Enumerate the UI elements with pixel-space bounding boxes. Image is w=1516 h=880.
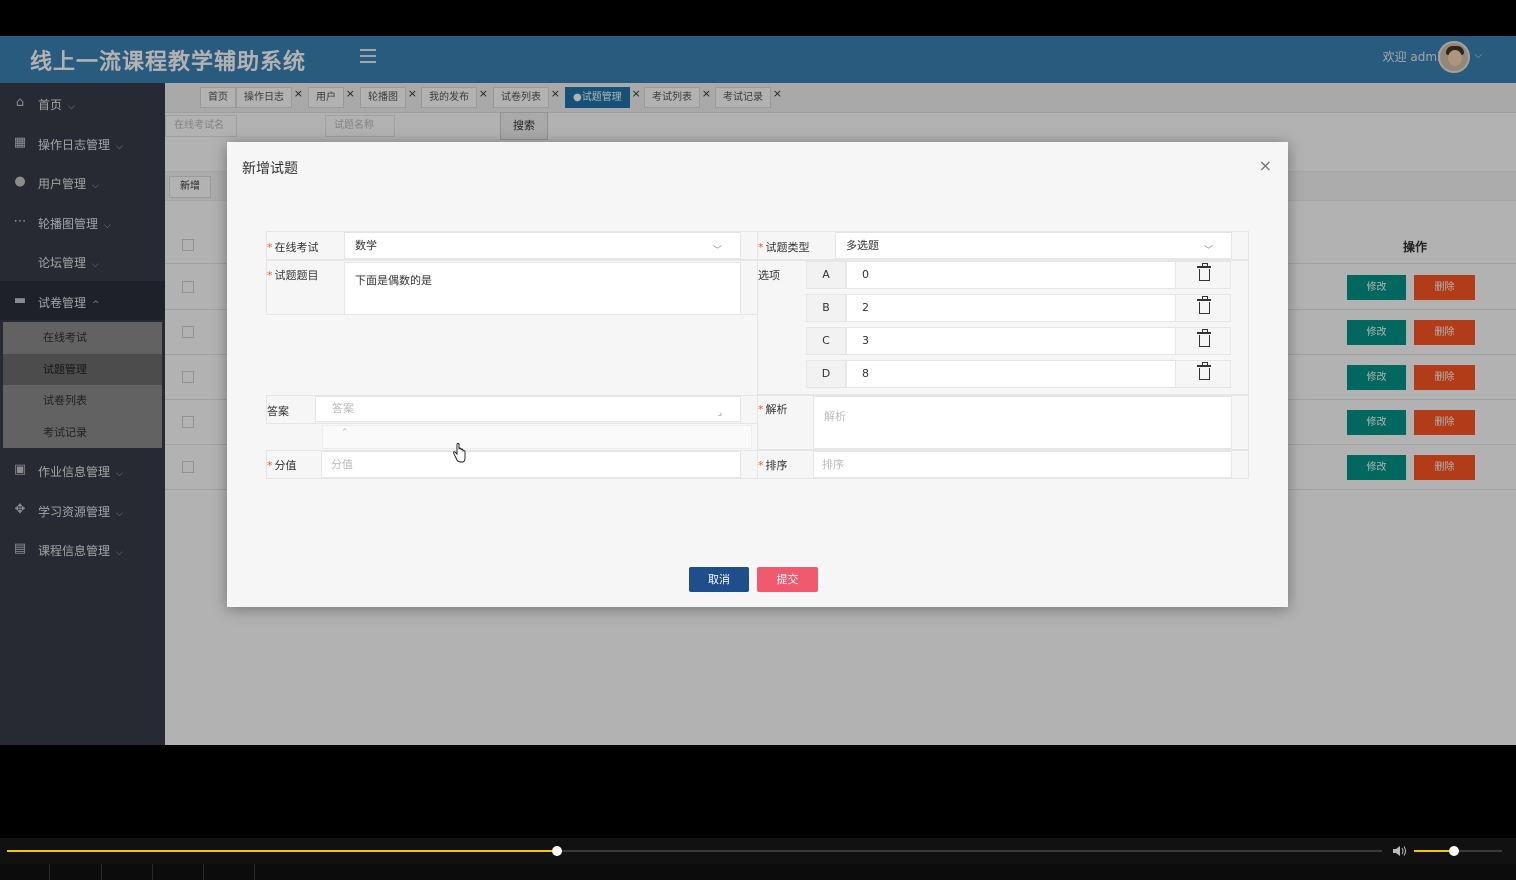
option-input[interactable]: 0	[846, 261, 1176, 289]
delete-option-button[interactable]	[1175, 360, 1231, 388]
analysis-label: * 解析	[758, 403, 788, 416]
trash-icon	[1197, 296, 1211, 314]
close-icon[interactable]: ×	[1259, 156, 1272, 175]
option-input[interactable]: 8	[846, 360, 1176, 388]
exam-select[interactable]: 数学 ﹀	[344, 232, 741, 259]
admin-app: 线上一流课程教学辅助系统 欢迎 admin ⌵ ⌂ 首页 ⌵ ▦ 操作日志管理 ⌵ …	[0, 36, 1516, 745]
cancel-button[interactable]: 取消	[689, 567, 749, 592]
type-label: * 试题类型	[758, 241, 810, 254]
sort-input[interactable]: 排序	[813, 451, 1232, 478]
dialog-title: 新增试题	[242, 161, 298, 177]
type-select[interactable]: 多选题 ﹀	[835, 232, 1232, 259]
answer-placeholder: 答案	[332, 402, 354, 415]
volume-slider[interactable]	[1414, 846, 1502, 856]
seek-bar[interactable]	[7, 846, 1382, 856]
add-question-dialog: 新增试题 × * 在线考试 数学 ﹀ * 试题类型 多选题 ﹀ * 试题题目 下面是偶…	[227, 142, 1288, 607]
score-input[interactable]: 分值	[321, 451, 741, 478]
video-player-bar	[0, 838, 1516, 880]
exam-label: * 在线考试	[267, 241, 319, 254]
seek-handle[interactable]	[552, 846, 562, 856]
trash-icon	[1197, 329, 1211, 347]
submit-button[interactable]: 提交	[757, 567, 818, 592]
player-controls-strip	[0, 864, 1516, 880]
type-select-value: 多选题	[846, 239, 879, 252]
seek-progress	[7, 850, 557, 852]
answer-dropdown[interactable]: ⌃	[322, 425, 752, 449]
hand-cursor-icon	[453, 443, 466, 463]
answer-label: 答案	[267, 405, 289, 418]
sort-label: * 排序	[758, 459, 788, 472]
delete-option-button[interactable]	[1175, 294, 1231, 322]
volume-icon[interactable]	[1392, 845, 1408, 857]
delete-option-button[interactable]	[1175, 261, 1231, 289]
trash-icon	[1197, 263, 1211, 281]
option-key: B	[806, 294, 846, 322]
question-label: * 试题题目	[267, 269, 319, 282]
option-key: C	[806, 327, 846, 355]
delete-option-button[interactable]	[1175, 327, 1231, 355]
trash-icon	[1197, 362, 1211, 380]
option-input[interactable]: 3	[846, 327, 1176, 355]
option-key: D	[806, 360, 846, 388]
video-frame: 线上一流课程教学辅助系统 欢迎 admin ⌵ ⌂ 首页 ⌵ ▦ 操作日志管理 ⌵ …	[0, 0, 1516, 880]
option-input[interactable]: 2	[846, 294, 1176, 322]
question-textarea[interactable]: 下面是偶数的是	[344, 262, 741, 315]
chevron-up-icon: ⌃	[341, 428, 349, 438]
analysis-textarea[interactable]: 解析	[813, 396, 1232, 449]
options-label: 选项	[758, 269, 780, 282]
volume-fill	[1414, 850, 1454, 852]
score-label: * 分值	[267, 459, 297, 472]
option-key: A	[806, 261, 846, 289]
exam-select-value: 数学	[355, 239, 377, 252]
answer-select[interactable]: 答案 ⌟	[315, 396, 741, 422]
chevron-down-icon: ⌟	[717, 408, 722, 418]
volume-handle[interactable]	[1448, 846, 1459, 856]
